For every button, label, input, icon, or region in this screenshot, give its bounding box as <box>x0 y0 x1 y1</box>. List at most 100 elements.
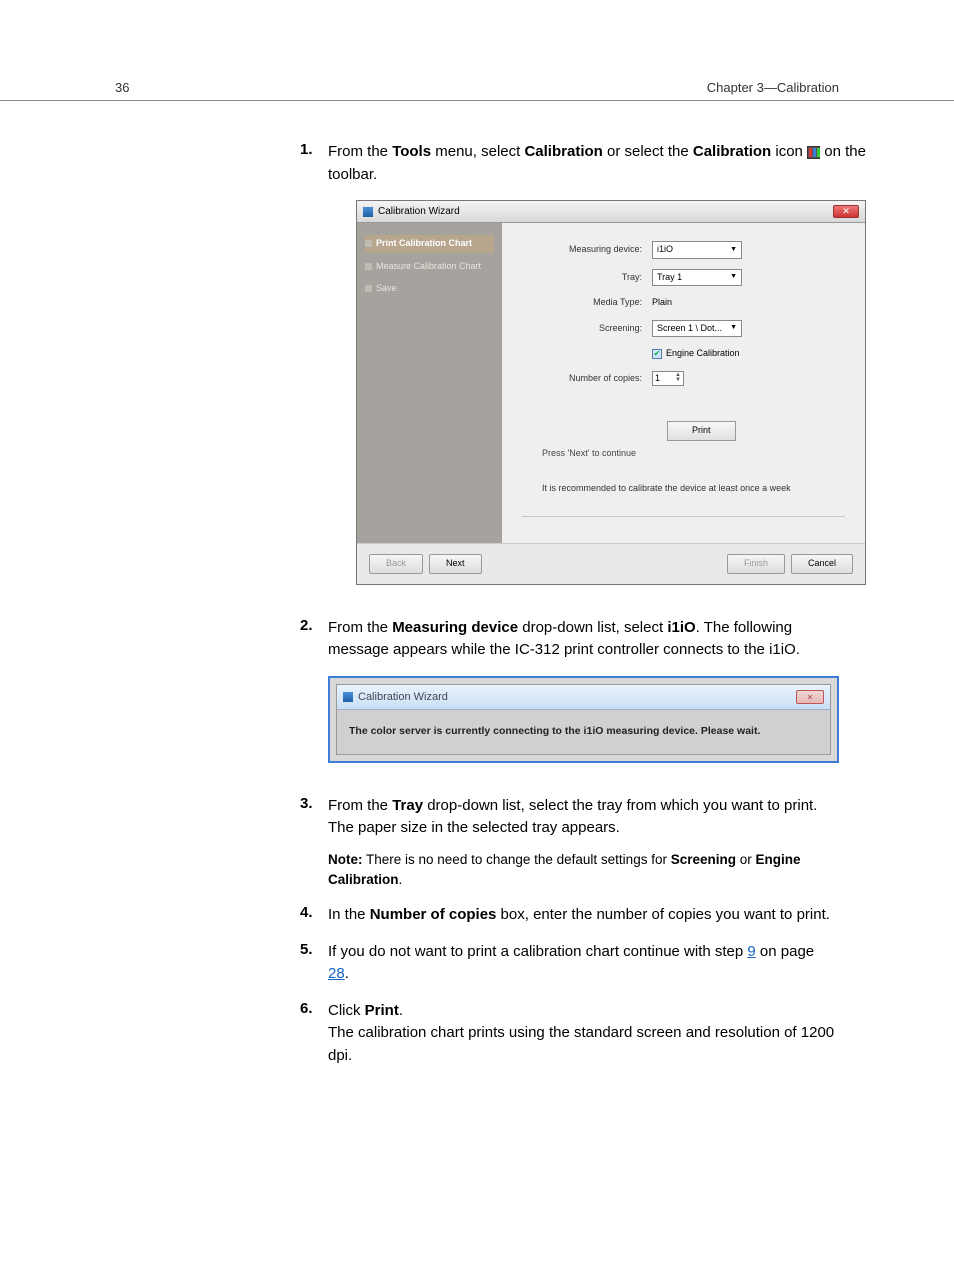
finish-button[interactable]: Finish <box>727 554 785 574</box>
connecting-message-screenshot: Calibration Wizard × The color server is… <box>328 676 839 763</box>
step-list: 1. From the Tools menu, select Calibrati… <box>300 141 839 1067</box>
row-media-type: Media Type: Plain <box>522 296 845 310</box>
sidebar-item-measure-chart[interactable]: Measure Calibration Chart <box>365 258 494 276</box>
text: drop-down list, select <box>518 619 667 636</box>
recommendation-text: It is recommended to calibrate the devic… <box>542 482 845 496</box>
page-number: 36 <box>115 80 129 95</box>
link-page-28[interactable]: 28 <box>328 965 345 982</box>
next-button[interactable]: Next <box>429 554 482 574</box>
sidebar-item-save[interactable]: Save <box>365 280 494 298</box>
wizard-main: Measuring device: i1iO▼ Tray: Tray 1▼ Me… <box>502 223 865 543</box>
page-header: 36 Chapter 3—Calibration <box>0 0 954 101</box>
text-bold: Print <box>365 1002 399 1019</box>
copies-spinner[interactable]: 1 ▲▼ <box>652 371 684 387</box>
text-bold: Screening <box>671 852 736 867</box>
text: box, enter the number of copies you want… <box>496 906 830 923</box>
window-title: Calibration Wizard <box>378 204 460 219</box>
text: or <box>736 852 756 867</box>
text-bold: i1iO <box>667 619 695 636</box>
chevron-down-icon: ▼ <box>730 323 737 334</box>
text: The calibration chart prints using the s… <box>328 1022 839 1067</box>
spinner-value: 1 <box>655 372 660 386</box>
note: Note: There is no need to change the def… <box>328 850 839 891</box>
step-number: 6. <box>300 1000 328 1068</box>
note-label: Note: <box>328 852 363 867</box>
label-num-copies: Number of copies: <box>522 372 652 386</box>
checkbox-label: Engine Calibration <box>666 347 740 361</box>
calibration-icon <box>807 146 820 159</box>
step-body: From the Measuring device drop-down list… <box>328 617 839 781</box>
bullet-icon <box>365 240 372 247</box>
text-bold: Tray <box>392 797 423 814</box>
chevron-down-icon: ▼ <box>730 245 737 256</box>
close-icon[interactable]: × <box>796 690 824 704</box>
step-3: 3. From the Tray drop-down list, select … <box>300 795 839 891</box>
label-media-type: Media Type: <box>522 296 652 310</box>
dropdown-value: Screen 1 \ Dot... <box>657 322 722 336</box>
text-bold: Calibration <box>524 143 602 160</box>
step-number: 1. <box>300 141 328 603</box>
wizard-sidebar: Print Calibration Chart Measure Calibrat… <box>357 223 502 543</box>
back-button[interactable]: Back <box>369 554 423 574</box>
text: From the <box>328 143 392 160</box>
text: menu, select <box>431 143 524 160</box>
wizard-footer: Back Next Finish Cancel <box>357 543 865 584</box>
text-bold: Calibration <box>693 143 771 160</box>
sidebar-label: Print Calibration Chart <box>376 237 472 251</box>
spinner-arrows-icon: ▲▼ <box>675 373 681 383</box>
step-body: From the Tray drop-down list, select the… <box>328 795 839 891</box>
step-body: Click Print. The calibration chart print… <box>328 1000 839 1068</box>
link-step-9[interactable]: 9 <box>747 943 755 960</box>
dropdown-value: i1iO <box>657 243 673 257</box>
step-1: 1. From the Tools menu, select Calibrati… <box>300 141 839 603</box>
row-tray: Tray: Tray 1▼ <box>522 269 845 287</box>
row-screening: Screening: Screen 1 \ Dot... ▼ <box>522 320 845 338</box>
text-bold: Number of copies <box>370 906 497 923</box>
row-measuring-device: Measuring device: i1iO ▼ <box>522 241 845 259</box>
close-icon[interactable]: ✕ <box>833 205 859 218</box>
row-engine-calibration: ✔ Engine Calibration <box>522 347 845 361</box>
sidebar-label: Measure Calibration Chart <box>376 260 481 274</box>
row-num-copies: Number of copies: 1 ▲▼ <box>522 371 845 387</box>
dropdown-value: Tray 1 <box>657 271 682 285</box>
text: icon <box>771 143 807 160</box>
measuring-device-dropdown[interactable]: i1iO ▼ <box>652 241 742 259</box>
calibration-wizard-screenshot: Calibration Wizard ✕ Print Calibration C… <box>356 200 866 585</box>
checkbox-icon: ✔ <box>652 349 662 359</box>
label-tray: Tray: <box>522 271 652 285</box>
engine-calibration-checkbox[interactable]: ✔ Engine Calibration <box>652 347 740 361</box>
text: From the <box>328 797 392 814</box>
screening-dropdown[interactable]: Screen 1 \ Dot... ▼ <box>652 320 742 338</box>
label-screening: Screening: <box>522 322 652 336</box>
text: If you do not want to print a calibratio… <box>328 943 747 960</box>
text: on page <box>756 943 814 960</box>
step-body: In the Number of copies box, enter the n… <box>328 904 839 927</box>
separator <box>522 516 845 517</box>
text: Click <box>328 1002 365 1019</box>
step-2: 2. From the Measuring device drop-down l… <box>300 617 839 781</box>
label-measuring-device: Measuring device: <box>522 243 652 257</box>
tray-dropdown[interactable]: Tray 1▼ <box>652 269 742 287</box>
text: In the <box>328 906 370 923</box>
text: The paper size in the selected tray appe… <box>328 817 839 840</box>
step-body: From the Tools menu, select Calibration … <box>328 141 866 603</box>
cancel-button[interactable]: Cancel <box>791 554 853 574</box>
connecting-message: The color server is currently connecting… <box>337 710 830 754</box>
print-button[interactable]: Print <box>667 421 736 441</box>
app-icon <box>363 207 373 217</box>
step-5: 5. If you do not want to print a calibra… <box>300 941 839 986</box>
text-bold: Tools <box>392 143 431 160</box>
chapter-title: Chapter 3—Calibration <box>707 80 839 95</box>
sidebar-item-print-chart[interactable]: Print Calibration Chart <box>365 235 494 253</box>
step-number: 4. <box>300 904 328 927</box>
bullet-icon <box>365 285 372 292</box>
text: or select the <box>603 143 693 160</box>
titlebar: Calibration Wizard × <box>337 685 830 711</box>
window-title: Calibration Wizard <box>358 689 448 706</box>
app-icon <box>343 692 353 702</box>
titlebar: Calibration Wizard ✕ <box>357 201 865 223</box>
step-6: 6. Click Print. The calibration chart pr… <box>300 1000 839 1068</box>
media-type-value: Plain <box>652 296 672 310</box>
text: There is no need to change the default s… <box>363 852 671 867</box>
step-body: If you do not want to print a calibratio… <box>328 941 839 986</box>
